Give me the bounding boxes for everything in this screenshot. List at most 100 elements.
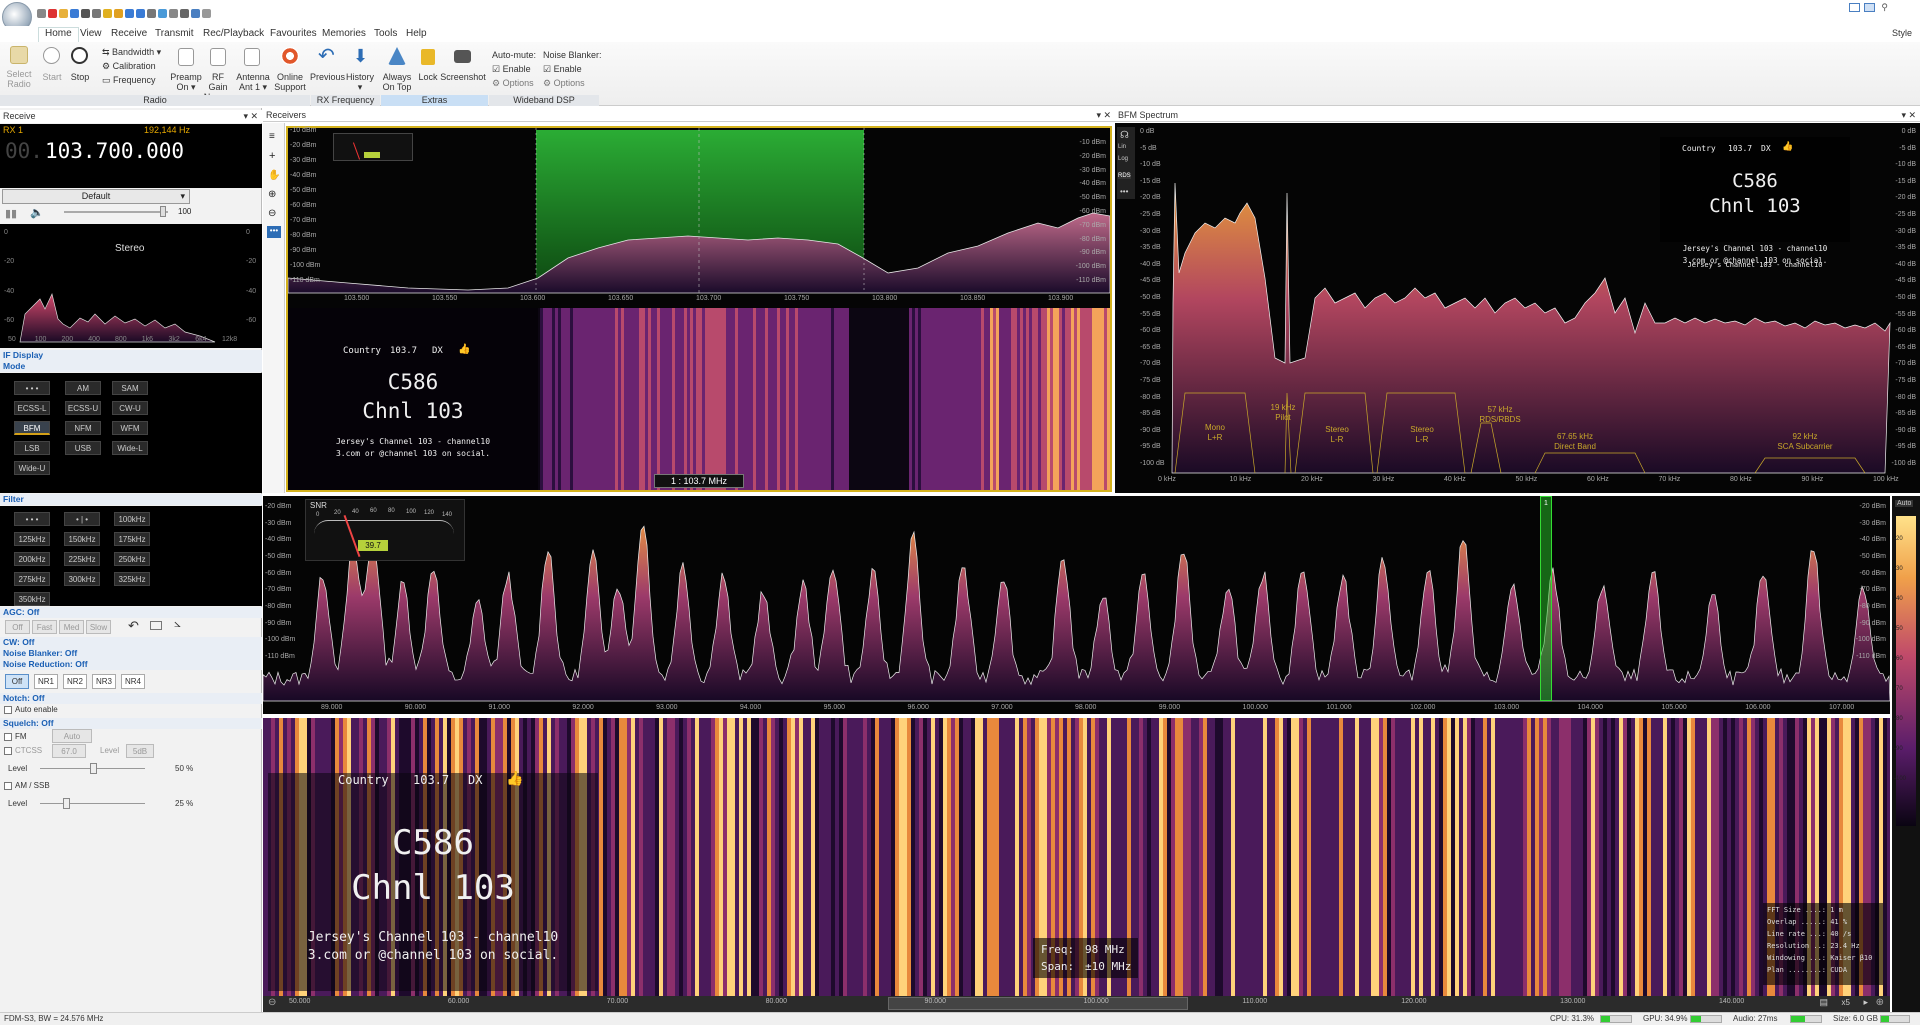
filter-325khz-button[interactable]: 325kHz [114, 572, 150, 586]
if-display-header[interactable]: IF Display [0, 350, 262, 361]
next-icon[interactable]: ⊕ [1876, 997, 1884, 1008]
mode-bfm-button[interactable]: BFM [14, 421, 50, 435]
close-icon[interactable]: ▾ ✕ [243, 110, 258, 123]
am-ssb-level-handle[interactable] [63, 798, 71, 809]
list-icon[interactable] [147, 9, 156, 18]
previous-button[interactable]: Previous [310, 72, 345, 82]
frequency-button[interactable]: ▭ Frequency [102, 75, 156, 85]
layout-icon[interactable] [1849, 3, 1860, 12]
filter-350khz-button[interactable]: 350kHz [14, 592, 50, 606]
am-ssb-checkbox[interactable] [4, 782, 12, 790]
auto-mute-enable-checkbox[interactable]: ☑ Enable [492, 64, 531, 74]
noise-reduction-header[interactable]: Noise Reduction: Off [0, 659, 262, 670]
bars-icon[interactable]: ▮▮ [5, 207, 17, 220]
main-waterfall[interactable]: Country 103.7 DX 👍 C586 Chnl 103 Jersey'… [263, 718, 1890, 996]
prev-icon[interactable]: ⊖ [268, 997, 276, 1008]
menu-icon[interactable]: ≡ [269, 131, 275, 142]
filter-125khz-button[interactable]: 125kHz [14, 532, 50, 546]
zoom-out-icon[interactable]: ⊖ [268, 208, 276, 219]
mode-cw-u-button[interactable]: CW-U [112, 401, 148, 415]
layout2-icon[interactable] [1864, 3, 1875, 12]
ctcss-level-select[interactable]: 5dB [126, 744, 154, 758]
thumbs-up-icon[interactable]: 👍 [506, 771, 523, 787]
receiver-marker[interactable]: 1 : 103.7 MHz [654, 474, 744, 488]
filter-200khz-button[interactable]: 200kHz [14, 552, 50, 566]
gear-icon[interactable] [37, 9, 46, 18]
menu-home[interactable]: Home [38, 27, 79, 42]
profile-dropdown[interactable]: Default ▾ [2, 189, 190, 204]
bfm-spectrum-view[interactable]: ☊ Lin Log RDS ••• 0 dB -5 dB -10 dB -15 dB -… [1115, 123, 1920, 493]
noise-blanker-header[interactable]: Noise Blanker: Off [0, 648, 262, 659]
next-arrow-icon[interactable]: ▸ [1863, 997, 1868, 1008]
cw-header[interactable]: CW: Off [0, 637, 262, 648]
graph-icon[interactable]: ⦣ [174, 616, 181, 631]
filter-150khz-button[interactable]: 150kHz [64, 532, 100, 546]
globe-icon[interactable] [158, 9, 167, 18]
filter-175khz-button[interactable]: 175kHz [114, 532, 150, 546]
volume-handle[interactable] [160, 206, 166, 217]
thumbs-up-icon[interactable]: 👍 [458, 344, 470, 355]
add-icon[interactable]: + [269, 150, 275, 162]
hand-icon[interactable]: ✋ [268, 170, 280, 181]
bandwidth-button[interactable]: ⇆ Bandwidth ▾ [102, 47, 161, 57]
menu-favourites[interactable]: Favourites [270, 28, 317, 39]
preamp-button[interactable]: Preamp On ▾ [170, 72, 202, 92]
nr-nr3-button[interactable]: NR3 [92, 674, 116, 689]
select-radio-button[interactable]: Select Radio [4, 69, 34, 89]
filter-275khz-button[interactable]: 275kHz [14, 572, 50, 586]
mode-sam-button[interactable]: SAM [112, 381, 148, 395]
squelch-auto-button[interactable]: Auto [52, 729, 92, 743]
menu-view[interactable]: View [80, 28, 102, 39]
agc-med-button[interactable]: Med [59, 620, 84, 634]
filter-300khz-button[interactable]: 300kHz [64, 572, 100, 586]
mode---button[interactable]: • • • [14, 381, 50, 395]
screenshot-button[interactable]: Screenshot [440, 72, 486, 82]
notch-header[interactable]: Notch: Off [0, 693, 262, 704]
waterfall-settings-icon[interactable]: ▤ [1819, 997, 1828, 1008]
volume-slider[interactable] [64, 206, 168, 217]
nr-nr1-button[interactable]: NR1 [34, 674, 58, 689]
undo-icon[interactable] [125, 9, 134, 18]
mode-lsb-button[interactable]: LSB [14, 441, 50, 455]
save-icon[interactable] [70, 9, 79, 18]
agc-fast-button[interactable]: Fast [32, 620, 57, 634]
menu-rec-playback[interactable]: Rec/Playback [203, 28, 264, 39]
stop-icon[interactable] [92, 9, 101, 18]
filter-250khz-button[interactable]: 250kHz [114, 552, 150, 566]
filter-header[interactable]: Filter [0, 494, 262, 505]
keyboard-icon[interactable] [150, 621, 162, 630]
start-button[interactable]: Start [38, 72, 66, 82]
auto-button[interactable]: Auto [1895, 500, 1914, 507]
close-icon[interactable]: ▾ ✕ [1901, 108, 1916, 122]
style-label[interactable]: Style [1892, 28, 1912, 38]
mode-ecss-u-button[interactable]: ECSS-U [65, 401, 101, 415]
filter---button[interactable]: • | • [64, 512, 100, 526]
agc-header[interactable]: AGC: Off [0, 607, 262, 618]
nr-nr2-button[interactable]: NR2 [63, 674, 87, 689]
mode-usb-button[interactable]: USB [65, 441, 101, 455]
auto-enable-checkbox[interactable] [4, 706, 12, 714]
antenna-button[interactable]: Antenna Ant 1 ▾ [236, 72, 270, 92]
agc-off-button[interactable]: Off [5, 620, 30, 634]
menu-memories[interactable]: Memories [322, 28, 366, 39]
arrow-icon[interactable] [180, 9, 189, 18]
frequency-display[interactable]: RX 1 192,144 Hz 00. 103.700.000 [0, 124, 262, 188]
always-on-top-button[interactable]: Always On Top [380, 72, 414, 92]
lock-button[interactable]: Lock [414, 72, 442, 82]
history-button[interactable]: History ▾ [344, 72, 376, 92]
am-ssb-level-slider[interactable] [40, 798, 145, 809]
noise-blanker-enable-checkbox[interactable]: ☑ Enable [543, 64, 582, 74]
waterfall-scrollbar[interactable]: ⊖ 50.000 60.000 70.000 80.000 90.000 100.000 1… [263, 996, 1890, 1012]
menu-tools[interactable]: Tools [374, 28, 397, 39]
nr-off-button[interactable]: Off [5, 674, 29, 689]
folder-icon[interactable] [59, 9, 68, 18]
ctcss-checkbox[interactable] [4, 747, 12, 755]
star-icon[interactable] [103, 9, 112, 18]
online-support-button[interactable]: Online Support [272, 72, 308, 92]
speaker-icon[interactable]: 🔈 [30, 206, 44, 219]
mode-ecss-l-button[interactable]: ECSS-L [14, 401, 50, 415]
record-icon[interactable] [48, 9, 57, 18]
wideband-spectrum[interactable]: 1 SNR 0 20 40 60 80 100 120 140 39.7 -20 dBm -30… [263, 496, 1890, 714]
close-icon[interactable]: ▾ ✕ [1096, 108, 1111, 122]
mode-header[interactable]: Mode [0, 361, 262, 372]
